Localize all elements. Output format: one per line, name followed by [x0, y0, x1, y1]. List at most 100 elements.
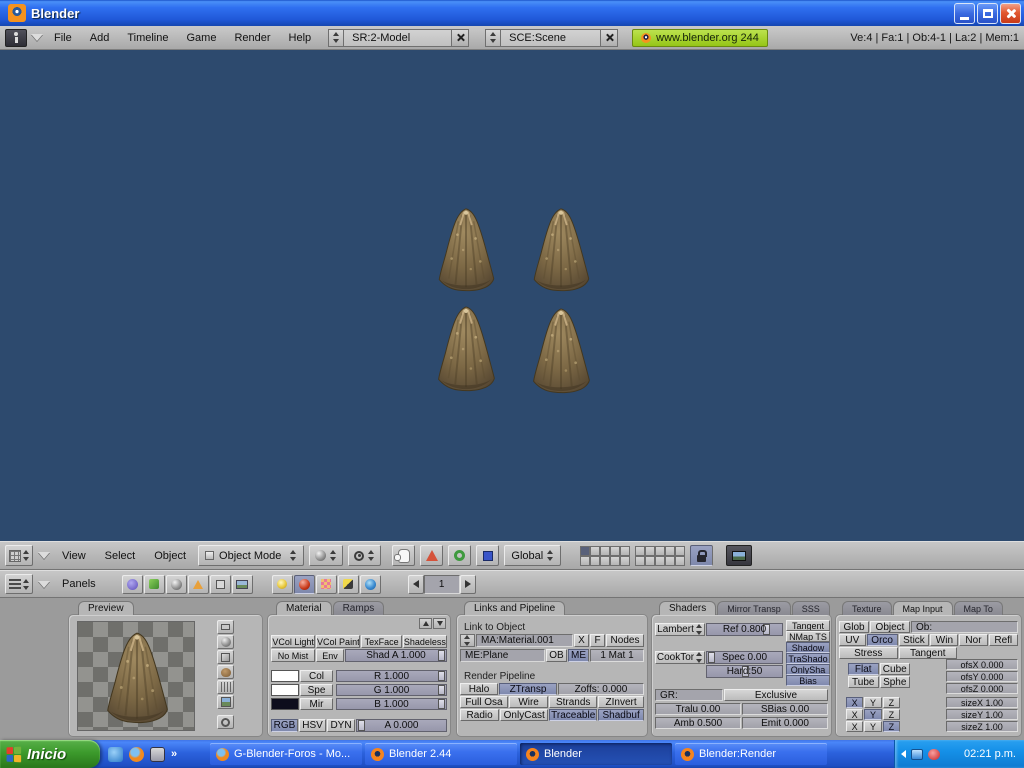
flat-projection-toggle[interactable]: Flat — [848, 663, 879, 675]
zoffs-field[interactable]: Zoffs: 0.000 — [558, 683, 644, 695]
quick-launch-show-desktop-icon[interactable] — [150, 747, 165, 762]
tangent-map-toggle[interactable]: Tangent — [899, 647, 958, 659]
slider-knob[interactable] — [708, 652, 715, 663]
screen-delete-button[interactable] — [452, 29, 469, 47]
pivot-dropdown[interactable] — [348, 545, 381, 566]
spec-slider[interactable]: Spec 0.00 — [706, 651, 783, 664]
slider-knob[interactable] — [358, 720, 365, 731]
material-browse-button[interactable] — [460, 634, 475, 647]
layer-toggle[interactable] — [635, 546, 645, 556]
manipulator-translate-button[interactable] — [420, 545, 443, 566]
editing-context-button[interactable] — [210, 575, 231, 594]
mirror-color-swatch[interactable] — [271, 698, 299, 710]
layer-toggle[interactable] — [580, 556, 590, 566]
radiosity-buttons-button[interactable] — [338, 575, 359, 594]
specular-shader-dropdown[interactable]: CookTor — [655, 651, 705, 664]
diffuse-shader-dropdown[interactable]: Lambert — [655, 623, 705, 636]
layer-toggle[interactable] — [665, 556, 675, 566]
layer-toggle[interactable] — [590, 546, 600, 556]
map-x-toggle[interactable]: X — [846, 709, 863, 720]
amb-field[interactable]: Amb 0.500 — [655, 717, 741, 729]
frame-decrement-button[interactable] — [408, 575, 424, 594]
taskbar-task-blender-244[interactable]: Blender 2.44 — [365, 743, 517, 765]
texface-toggle[interactable]: TexFace — [361, 635, 401, 648]
ofsz-field[interactable]: ofsZ 0.000 — [946, 683, 1018, 694]
hardness-slider[interactable]: Hard:50 — [706, 665, 783, 678]
shading-context-button[interactable] — [166, 575, 187, 594]
specular-color-swatch[interactable] — [271, 684, 299, 696]
scene-object-tree[interactable] — [433, 206, 499, 292]
menu-timeline[interactable]: Timeline — [120, 30, 175, 46]
editor-type-dropdown[interactable] — [5, 545, 33, 566]
tab-sss[interactable]: SSS — [792, 601, 830, 615]
hsv-toggle[interactable]: HSV — [299, 719, 326, 732]
layer-toggle[interactable] — [610, 556, 620, 566]
spe-toggle[interactable]: Spe — [300, 684, 333, 696]
header-collapse-icon[interactable] — [31, 34, 43, 41]
script-context-button[interactable] — [144, 575, 165, 594]
quick-launch-firefox-icon[interactable] — [129, 747, 144, 762]
lamp-buttons-button[interactable] — [272, 575, 293, 594]
manipulator-rotate-button[interactable] — [448, 545, 471, 566]
object-context-button[interactable] — [188, 575, 209, 594]
ztransp-toggle[interactable]: ZTransp — [499, 683, 557, 695]
tab-preview[interactable]: Preview — [78, 601, 134, 615]
window-type-button[interactable] — [5, 29, 27, 47]
shadbuf-toggle[interactable]: Shadbuf — [598, 709, 644, 721]
traceable-toggle[interactable]: Traceable — [549, 709, 597, 721]
mir-toggle[interactable]: Mir — [300, 698, 333, 710]
menu-view[interactable]: View — [55, 548, 93, 564]
preview-cube-button[interactable] — [217, 650, 234, 664]
sphere-projection-toggle[interactable]: Sphe — [880, 676, 911, 688]
object-name-field[interactable]: Ob: — [911, 621, 1018, 633]
logic-context-button[interactable] — [122, 575, 143, 594]
blender-org-link[interactable]: www.blender.org 244 — [632, 29, 768, 47]
layer-toggle[interactable] — [645, 546, 655, 556]
alpha-slider[interactable]: A 0.000 — [356, 719, 447, 732]
quick-launch-browser-icon[interactable] — [108, 747, 123, 762]
material-index-spinner[interactable]: 1 Mat 1 — [590, 649, 644, 662]
green-slider[interactable]: G 1.000 — [336, 684, 447, 696]
taskbar-task-blender[interactable]: Blender — [520, 743, 672, 765]
blender-app-icon[interactable] — [8, 4, 26, 22]
map-z-toggle[interactable]: Z — [883, 721, 900, 732]
onlycast-toggle[interactable]: OnlyCast — [500, 709, 548, 721]
layer-toggle[interactable] — [610, 546, 620, 556]
paste-material-button[interactable] — [433, 618, 446, 629]
layer-toggle[interactable] — [645, 556, 655, 566]
header-collapse-icon[interactable] — [38, 552, 50, 559]
slider-knob[interactable] — [438, 671, 445, 681]
trashado-toggle[interactable]: TraShado — [786, 653, 830, 664]
red-slider[interactable]: R 1.000 — [336, 670, 447, 682]
tab-shaders[interactable]: Shaders — [659, 601, 716, 615]
halo-toggle[interactable]: Halo — [460, 683, 498, 695]
layer-toggle[interactable] — [600, 556, 610, 566]
strands-toggle[interactable]: Strands — [549, 696, 597, 708]
map-y-toggle[interactable]: Y — [864, 721, 881, 732]
lock-layers-button[interactable] — [690, 545, 713, 566]
layer-toggle[interactable] — [620, 556, 630, 566]
map-z-toggle[interactable]: Z — [883, 697, 900, 708]
scene-object-tree[interactable] — [527, 306, 595, 394]
layer-toggle[interactable] — [620, 546, 630, 556]
menu-render[interactable]: Render — [227, 30, 277, 46]
material-delete-button[interactable]: X — [574, 634, 589, 647]
onlysha-toggle[interactable]: OnlySha — [786, 664, 830, 675]
layer-toggle[interactable] — [675, 546, 685, 556]
quick-launch-overflow-chevron[interactable]: » — [171, 748, 177, 760]
tangent-toggle[interactable]: Tangent — [786, 620, 830, 631]
preview-flat-button[interactable] — [217, 620, 234, 634]
map-y-toggle[interactable]: Y — [864, 709, 881, 720]
full-osa-toggle[interactable]: Full Osa — [460, 696, 508, 708]
stick-toggle[interactable]: Stick — [899, 634, 930, 646]
draw-type-dropdown[interactable] — [309, 545, 343, 566]
tab-mirror-transp[interactable]: Mirror Transp — [717, 601, 791, 615]
vcol-paint-toggle[interactable]: VCol Paint — [316, 635, 360, 648]
scene-object-tree[interactable] — [432, 304, 500, 392]
cube-projection-toggle[interactable]: Cube — [880, 663, 911, 675]
ofsx-field[interactable]: ofsX 0.000 — [946, 659, 1018, 670]
tray-network-icon[interactable] — [911, 749, 923, 760]
glob-toggle[interactable]: Glob — [839, 621, 869, 633]
tralu-field[interactable]: Tralu 0.00 — [655, 703, 741, 715]
tab-material[interactable]: Material — [276, 601, 332, 615]
